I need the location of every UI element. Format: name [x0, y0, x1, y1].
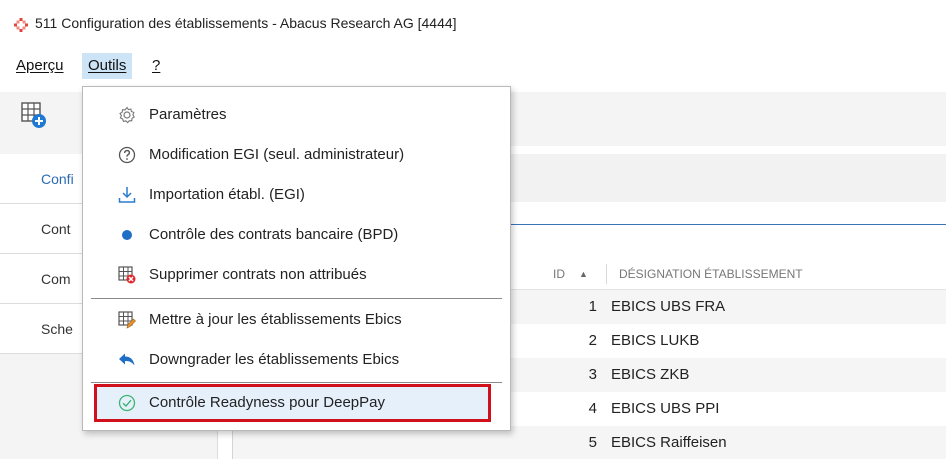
abacus-app-icon — [14, 18, 28, 32]
add-table-icon[interactable] — [21, 101, 47, 129]
menu-item-parametres[interactable]: Paramètres — [83, 95, 510, 135]
menu-item-downgrader-ebics[interactable]: Downgrader les établissements Ebics — [83, 340, 510, 380]
row-name: EBICS LUKB — [611, 332, 700, 349]
menu-item-label: Paramètres — [149, 106, 227, 123]
menu-item-modification-egi[interactable]: Modification EGI (seul. administrateur) — [83, 135, 510, 175]
window-title: 511 Configuration des établissements - A… — [35, 15, 457, 31]
row-id: 4 — [588, 400, 597, 417]
column-header-id[interactable]: ID — [553, 258, 565, 290]
menu-item-supprimer-contrats[interactable]: Supprimer contrats non attribués — [83, 255, 510, 295]
row-name: EBICS UBS FRA — [611, 298, 726, 315]
menu-bar: Aperçu Outils ? — [0, 50, 946, 84]
menu-separator — [91, 298, 502, 299]
table-delete-icon — [118, 266, 136, 284]
menu-separator — [91, 382, 502, 383]
menu-item-label: Contrôle Readyness pour DeepPay — [149, 394, 385, 411]
menu-item-label: Importation établ. (EGI) — [149, 186, 305, 203]
blue-dot-icon — [122, 230, 132, 240]
menu-item-label: Supprimer contrats non attribués — [149, 266, 367, 283]
menu-item-controle-bpd[interactable]: Contrôle des contrats bancaire (BPD) — [83, 215, 510, 255]
menu-outils[interactable]: Outils — [82, 53, 133, 79]
row-name: EBICS ZKB — [611, 366, 690, 383]
menu-help[interactable]: ? — [146, 53, 166, 79]
table-edit-icon — [118, 311, 136, 329]
help-circle-icon — [118, 146, 136, 164]
menu-item-label: Downgrader les établissements Ebics — [149, 351, 400, 368]
menu-item-controle-readyness-deeppay[interactable]: Contrôle Readyness pour DeepPay — [94, 384, 491, 422]
outils-dropdown-menu: Paramètres Modification EGI (seul. admin… — [82, 86, 511, 431]
menu-item-importation[interactable]: Importation établ. (EGI) — [83, 175, 510, 215]
menu-item-mettre-a-jour-ebics[interactable]: Mettre à jour les établissements Ebics — [83, 300, 510, 340]
row-id: 5 — [588, 434, 597, 451]
column-divider[interactable] — [606, 264, 607, 284]
title-bar: 511 Configuration des établissements - A… — [0, 0, 946, 46]
download-tray-icon — [118, 187, 136, 203]
undo-arrow-icon — [119, 353, 135, 366]
menu-item-label: Mettre à jour les établissements Ebics — [149, 311, 402, 328]
menu-item-label: Modification EGI (seul. administrateur) — [149, 146, 405, 163]
row-id: 2 — [588, 332, 597, 349]
gear-icon — [119, 106, 135, 124]
row-name: EBICS UBS PPI — [611, 400, 720, 417]
row-id: 3 — [588, 366, 597, 383]
menu-apercu[interactable]: Aperçu — [10, 53, 70, 79]
check-circle-icon — [118, 394, 136, 412]
column-header-designation[interactable]: DÉSIGNATION ÉTABLISSEMENT — [619, 258, 803, 290]
menu-item-label: Contrôle des contrats bancaire (BPD) — [149, 226, 399, 243]
row-id: 1 — [588, 298, 597, 315]
row-name: EBICS Raiffeisen — [611, 434, 727, 451]
sort-ascending-icon: ▲ — [579, 269, 588, 279]
